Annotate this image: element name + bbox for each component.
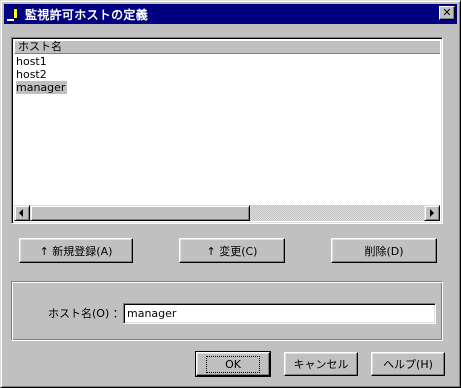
dialog-window: 監視許可ホストの定義 ✕ ホスト名 host1 host2 manager ↑ …: [0, 0, 461, 388]
scroll-right-arrow-icon[interactable]: [424, 205, 440, 221]
cancel-button[interactable]: キャンセル: [284, 352, 358, 376]
scrollbar-thumb[interactable]: [30, 205, 250, 221]
host-list-rows: host1 host2 manager: [15, 55, 439, 94]
change-button[interactable]: ↑ 変更(C): [179, 238, 285, 263]
ok-button[interactable]: OK: [195, 351, 271, 377]
host-name-input[interactable]: [123, 303, 436, 324]
help-button[interactable]: ヘルプ(H): [371, 352, 445, 376]
app-tool-icon: [6, 6, 22, 22]
host-name-label: ホスト名(O) ：: [48, 307, 124, 320]
title-bar[interactable]: 監視許可ホストの定義 ✕: [4, 4, 457, 24]
delete-button[interactable]: 削除(D): [331, 238, 437, 263]
list-item[interactable]: host1: [15, 55, 439, 68]
close-button[interactable]: ✕: [439, 6, 455, 20]
host-list[interactable]: ホスト名 host1 host2 manager: [11, 37, 443, 224]
column-header-host-name[interactable]: ホスト名: [14, 40, 440, 54]
list-item[interactable]: host2: [15, 68, 439, 81]
list-item-selected[interactable]: manager: [15, 81, 439, 94]
close-icon: ✕: [442, 6, 452, 19]
register-button[interactable]: ↑ 新規登録(A): [19, 238, 133, 263]
horizontal-scrollbar[interactable]: [14, 205, 440, 221]
scroll-left-arrow-icon[interactable]: [14, 205, 30, 221]
window-title: 監視許可ホストの定義: [25, 7, 149, 22]
